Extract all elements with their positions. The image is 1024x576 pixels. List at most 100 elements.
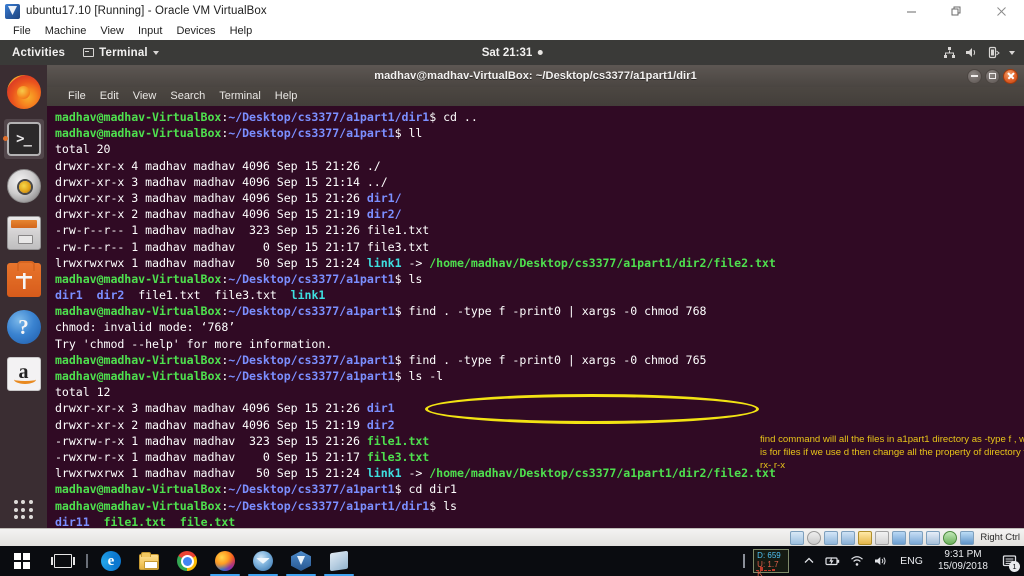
thunderbird-icon [253,551,273,571]
dock-item-terminal[interactable]: >_ [2,119,44,159]
action-center-button[interactable]: 1 [996,546,1022,576]
minimize-icon[interactable] [889,0,934,22]
terminal-text: ~/Desktop/cs3377/a1part1/dir1 [228,110,430,124]
gnome-clock[interactable]: Sat 21:31 [482,47,543,59]
app-menu-label: Terminal [99,46,148,59]
virtualbox-logo-icon [5,3,20,19]
taskbar-file-explorer[interactable] [130,546,168,576]
close-icon[interactable] [979,0,1024,22]
show-applications-button[interactable] [13,500,34,520]
terminal-text: file3.txt [366,449,430,464]
taskbar-divider [86,554,88,568]
gnome-status-area[interactable] [943,46,1024,59]
power-icon [987,46,1000,59]
terminal-menu-terminal[interactable]: Terminal [212,87,268,106]
files-icon [6,216,41,250]
restore-icon[interactable] [934,0,979,22]
terminal-text: file1.txt [366,433,430,448]
terminal-menu-help[interactable]: Help [268,87,305,106]
taskbar-notepad[interactable] [320,546,358,576]
recording-icon[interactable] [909,530,924,545]
dock-item-firefox[interactable] [4,72,44,112]
shared-folder-icon[interactable] [875,530,890,545]
rhythmbox-icon [6,169,41,203]
dock-item-amazon[interactable]: a [4,354,44,394]
language-indicator[interactable]: ENG [893,555,930,567]
terminal-text: ~/Desktop/cs3377/a1part1/dir1 [228,498,430,513]
terminal-text: chmod: invalid mode: ‘768’ [55,320,236,335]
terminal-titlebar[interactable]: madhav@madhav-VirtualBox: ~/Desktop/cs33… [47,65,1024,87]
start-button[interactable] [0,546,44,576]
chevron-down-icon [152,50,159,55]
gnome-clock-label: Sat 21:31 [481,46,533,59]
maximize-icon[interactable] [985,68,1000,84]
terminal-body[interactable]: madhav@madhav-VirtualBox:~/Desktop/cs337… [47,106,1024,536]
terminal-line: drwxr-xr-x 4 madhav madhav 4096 Sep 15 2… [55,158,1024,174]
usb-icon[interactable] [858,530,873,545]
display-icon[interactable] [892,530,907,545]
terminal-text: madhav@madhav-VirtualBox [55,304,222,319]
terminal-text: ~/Desktop/cs3377/a1part1 [228,482,395,497]
dock-item-files[interactable] [4,213,44,253]
terminal-menu-view[interactable]: View [126,87,164,106]
terminal-menu-edit[interactable]: Edit [93,87,126,106]
vbox-window-buttons [889,0,1024,22]
terminal-line: drwxr-xr-x 3 madhav madhav 4096 Sep 15 2… [55,174,1024,190]
network-icon[interactable] [841,530,856,545]
taskbar-task-view[interactable] [44,546,82,576]
terminal-text: file.txt [179,514,236,529]
optical-disk-icon[interactable] [807,530,822,545]
terminal-text: dir1 [366,401,395,416]
terminal-line: total 12 [55,384,1024,400]
volume-icon[interactable] [869,546,893,576]
terminal-line: drwxr-xr-x 2 madhav madhav 4096 Sep 15 2… [55,206,1024,222]
hard-disk-icon[interactable] [790,530,805,545]
terminal-line: chmod: invalid mode: ‘768’ [55,319,1024,335]
mouse-capture-icon[interactable] [926,530,941,545]
terminal-text: dir11 [55,514,90,529]
gnome-top-panel: Activities Terminal Sat 21:31 [0,40,1024,65]
vbox-menu-devices[interactable]: Devices [169,22,222,40]
dock-item-software[interactable] [4,260,44,300]
terminal-text: dir2/ [366,207,402,222]
activities-button[interactable]: Activities [0,47,75,59]
terminal-line: dir1 dir2 file1.txt file3.txt link1 [55,287,1024,303]
terminal-text: $ ls [429,498,457,513]
floppy-icon[interactable] [824,530,839,545]
taskbar-thunderbird[interactable] [244,546,282,576]
terminal-menu-search[interactable]: Search [163,87,212,106]
taskbar-clock[interactable]: 9:31 PM 15/09/2018 [930,549,996,573]
dock-item-rhythmbox[interactable] [4,166,44,206]
terminal-text: drwxr-xr-x 3 madhav madhav 4096 Sep 15 2… [55,190,367,205]
terminal-text: madhav@madhav-VirtualBox [55,498,222,513]
battery-icon[interactable] [821,546,845,576]
wifi-icon[interactable] [845,546,869,576]
terminal-text: link1 [366,255,402,270]
taskbar-firefox[interactable] [206,546,244,576]
keyboard-icon[interactable] [943,530,958,545]
terminal-text: drwxr-xr-x 2 madhav madhav 4096 Sep 15 2… [55,207,367,222]
taskbar-edge[interactable]: e [92,546,130,576]
terminal-text: link1 [366,466,402,481]
vbox-menu-machine[interactable]: Machine [38,22,94,40]
minimize-icon[interactable] [967,68,982,84]
net-download-label: D: 659 [757,551,781,560]
network-meter[interactable]: D: 659 U: 1.7 K [753,549,790,576]
terminal-line: Try 'chmod --help' for more information. [55,336,1024,352]
taskbar-chrome[interactable] [168,546,206,576]
chevron-up-icon[interactable] [797,546,821,576]
features-icon[interactable] [960,530,975,545]
vbox-menu-file[interactable]: File [6,22,38,40]
taskbar-virtualbox[interactable] [282,546,320,576]
terminal-menu-file[interactable]: File [61,87,93,106]
app-menu-terminal[interactable]: Terminal [75,47,167,59]
terminal-line: lrwxrwxrwx 1 madhav madhav 50 Sep 15 21:… [55,255,1024,271]
terminal-text: $ ll [394,126,423,141]
dock-item-help[interactable]: ? [4,307,44,347]
close-icon[interactable] [1003,68,1018,84]
terminal-line: madhav@madhav-VirtualBox:~/Desktop/cs337… [55,498,1024,514]
vbox-menu-input[interactable]: Input [131,22,169,40]
vbox-menu-view[interactable]: View [93,22,131,40]
vbox-menu-help[interactable]: Help [223,22,260,40]
